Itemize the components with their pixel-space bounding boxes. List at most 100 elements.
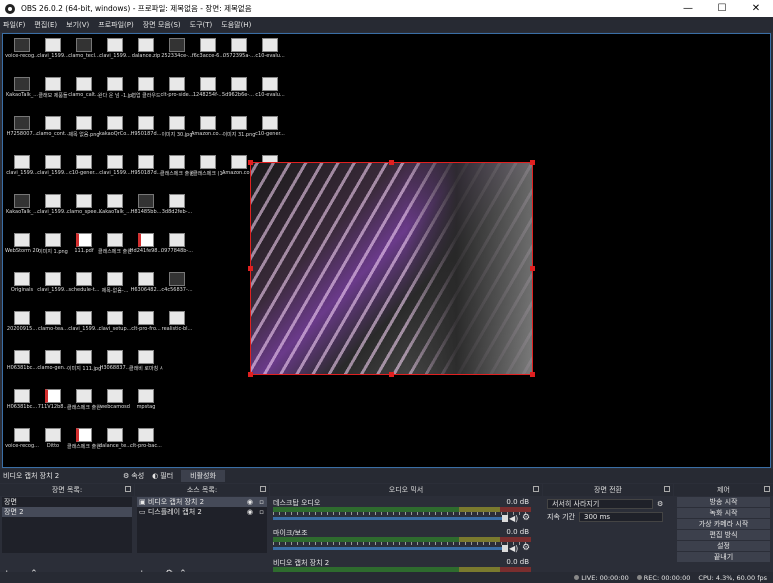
desktop-icon[interactable]: H950187d... <box>131 155 161 183</box>
desktop-icon[interactable]: 252334ce-... <box>161 38 193 66</box>
desktop-icon[interactable]: 111.pdf <box>69 233 99 261</box>
desktop-icon[interactable]: clavi_1599... <box>99 38 131 66</box>
menu-help[interactable]: 도움말(H) <box>221 20 251 30</box>
desktop-icon[interactable]: 0977848b-... <box>161 233 193 261</box>
desktop-icon[interactable]: clavi_1599... <box>37 272 69 300</box>
desktop-icon[interactable]: clamo-gen... <box>37 350 69 378</box>
start-virtual-camera-button[interactable]: 가상 카메라 시작 <box>677 519 770 529</box>
gear-icon[interactable]: ⚙ <box>522 543 530 553</box>
lock-icon[interactable]: ▫ <box>259 498 264 506</box>
volume-slider[interactable] <box>273 545 508 552</box>
desktop-icon[interactable]: 클래스메크 출원중-1.jpg <box>67 428 101 456</box>
desktop-icon[interactable]: clavi_1599... <box>37 38 69 66</box>
desktop-icon[interactable]: H81485bb... <box>131 194 161 222</box>
scene-item[interactable]: 장면 <box>2 497 132 507</box>
desktop-icon[interactable]: 이미지 1.png <box>38 233 68 261</box>
desktop-icon[interactable]: clamo_cont... <box>36 116 70 144</box>
desktop-icon[interactable]: 이미지 30.jpg <box>161 116 193 144</box>
desktop-icon[interactable]: 이미지 31.png <box>223 116 255 144</box>
desktop-icon[interactable]: clavi_setup... <box>99 311 131 339</box>
desktop-icon[interactable]: 클래스메크 출원중-2.jpg <box>160 155 194 183</box>
exit-button[interactable]: 끝내기 <box>677 552 770 562</box>
desktop-icon[interactable]: (클래스메크 (1-itv-1) <box>191 155 225 183</box>
resize-handle[interactable] <box>389 372 394 377</box>
desktop-icon[interactable]: dalance.zip <box>131 38 161 66</box>
volume-slider[interactable] <box>273 515 508 522</box>
deactivate-button[interactable]: 비활성화 <box>181 470 225 482</box>
menu-file[interactable]: 파일(F) <box>3 20 25 30</box>
desktop-icon[interactable]: 클래스메크 출원중.pdf <box>67 389 101 417</box>
desktop-icon[interactable]: clamo_calt... <box>68 77 100 105</box>
undock-icon[interactable] <box>533 486 539 492</box>
speaker-icon[interactable]: ◀) <box>509 514 518 523</box>
desktop-icon[interactable]: clavi_1599... <box>68 311 100 339</box>
filters-button[interactable]: ◐ 필터 <box>152 471 173 481</box>
speaker-icon[interactable]: ◀) <box>509 544 518 553</box>
desktop-icon[interactable]: webcamosd <box>100 389 130 417</box>
source-item[interactable]: ▣ 비디오 캡처 장치 2 ◉ ▫ <box>137 497 267 507</box>
desktop-icon[interactable]: mpstag <box>131 389 161 417</box>
gear-icon[interactable]: ⚙ <box>522 513 530 523</box>
undock-icon[interactable] <box>260 486 266 492</box>
visibility-eye-icon[interactable]: ◉ <box>247 508 253 516</box>
desktop-icon[interactable]: 3d8d2feb-... <box>162 194 192 222</box>
desktop-icon[interactable]: H06381bc... <box>7 350 37 378</box>
close-button[interactable]: ✕ <box>739 0 773 17</box>
preview-canvas[interactable]: clt-pro-bac...dalance_te...클래스메크 출원중-1.j… <box>2 33 771 468</box>
desktop-icon[interactable]: 클래비 로마칭 사... <box>129 350 163 378</box>
scene-item-selected[interactable]: 장면 2 <box>2 507 132 517</box>
video-capture-source[interactable] <box>250 162 533 375</box>
menu-scene-collection[interactable]: 장면 모음(S) <box>143 20 181 30</box>
transition-type-select[interactable]: 서서히 사라지기 <box>547 499 653 509</box>
desktop-icon[interactable]: c10-evalu... <box>255 77 285 105</box>
resize-handle[interactable] <box>530 160 535 165</box>
desktop-icon[interactable]: clamo-tea... <box>38 311 68 339</box>
properties-button[interactable]: ⚙ 속성 <box>123 471 144 481</box>
resize-handle[interactable] <box>248 160 253 165</box>
desktop-icon[interactable]: WebStorm 2020.2.2 x64 <box>5 233 39 261</box>
resize-handle[interactable] <box>248 266 253 271</box>
desktop-icon[interactable]: c10-evalu... <box>255 38 285 66</box>
minimize-button[interactable]: — <box>671 0 705 17</box>
desktop-icon[interactable]: H06381bc... <box>7 389 37 417</box>
resize-handle[interactable] <box>389 160 394 165</box>
desktop-icon[interactable]: 협업 클라우드 <box>131 77 161 105</box>
desktop-icon[interactable]: KakaoTalk_... <box>6 77 38 105</box>
desktop-icon[interactable]: 클래모 제품들 <box>38 77 68 105</box>
desktop-icon[interactable]: 완다 운 넘 -1.jpg <box>98 77 132 105</box>
source-item[interactable]: ▭ 디스플레이 캡처 2 ◉ ▫ <box>137 507 267 517</box>
resize-handle[interactable] <box>530 372 535 377</box>
gear-icon[interactable]: ⚙ <box>657 500 663 508</box>
undock-icon[interactable] <box>764 486 770 492</box>
studio-mode-button[interactable]: 편집 방식 <box>677 530 770 540</box>
desktop-icon[interactable]: 20200915... <box>7 311 37 339</box>
desktop-icon[interactable]: H950187d... <box>131 116 161 144</box>
desktop-icon[interactable]: clavi_1599... <box>37 194 69 222</box>
desktop-icon[interactable]: H6306482... <box>131 272 161 300</box>
settings-button[interactable]: 설정 <box>677 541 770 551</box>
slider-knob[interactable] <box>502 545 508 552</box>
desktop-icon[interactable]: clamo_tecl... <box>68 38 100 66</box>
resize-handle[interactable] <box>248 372 253 377</box>
desktop-icon[interactable]: clt-pro-side... <box>161 77 194 105</box>
desktop-icon[interactable]: c10-gener... <box>255 116 285 144</box>
desktop-icon[interactable]: clavi_1599... <box>99 155 131 183</box>
desktop-icon[interactable]: 이미지 111.jpg <box>67 350 101 378</box>
desktop-icon[interactable]: 1248254f-... <box>193 77 223 105</box>
desktop-icon[interactable]: voice-recog... <box>5 428 39 456</box>
desktop-icon[interactable]: c10-gener... <box>69 155 99 183</box>
desktop-icon[interactable]: KakaoTalk_... <box>6 194 38 222</box>
desktop-icon[interactable]: H3068837... <box>100 350 130 378</box>
lock-icon[interactable]: ▫ <box>259 508 264 516</box>
desktop-icon[interactable]: kakaoQrCo... <box>99 116 131 144</box>
start-recording-button[interactable]: 녹화 시작 <box>677 508 770 518</box>
desktop-icon[interactable]: f6c3acce-6... <box>192 38 224 66</box>
start-streaming-button[interactable]: 방송 시작 <box>677 497 770 507</box>
menu-tools[interactable]: 도구(T) <box>190 20 213 30</box>
undock-icon[interactable] <box>664 486 670 492</box>
desktop-icon[interactable]: KakaoTalk_... <box>99 194 131 222</box>
desktop-icon[interactable]: 5d962b6e-... (1).jpg <box>222 77 256 105</box>
desktop-icon[interactable]: Amazon.co... Hd Webca... <box>191 116 225 144</box>
menu-view[interactable]: 보기(V) <box>66 20 89 30</box>
desktop-icon[interactable]: 제목-없음-... <box>100 272 130 300</box>
